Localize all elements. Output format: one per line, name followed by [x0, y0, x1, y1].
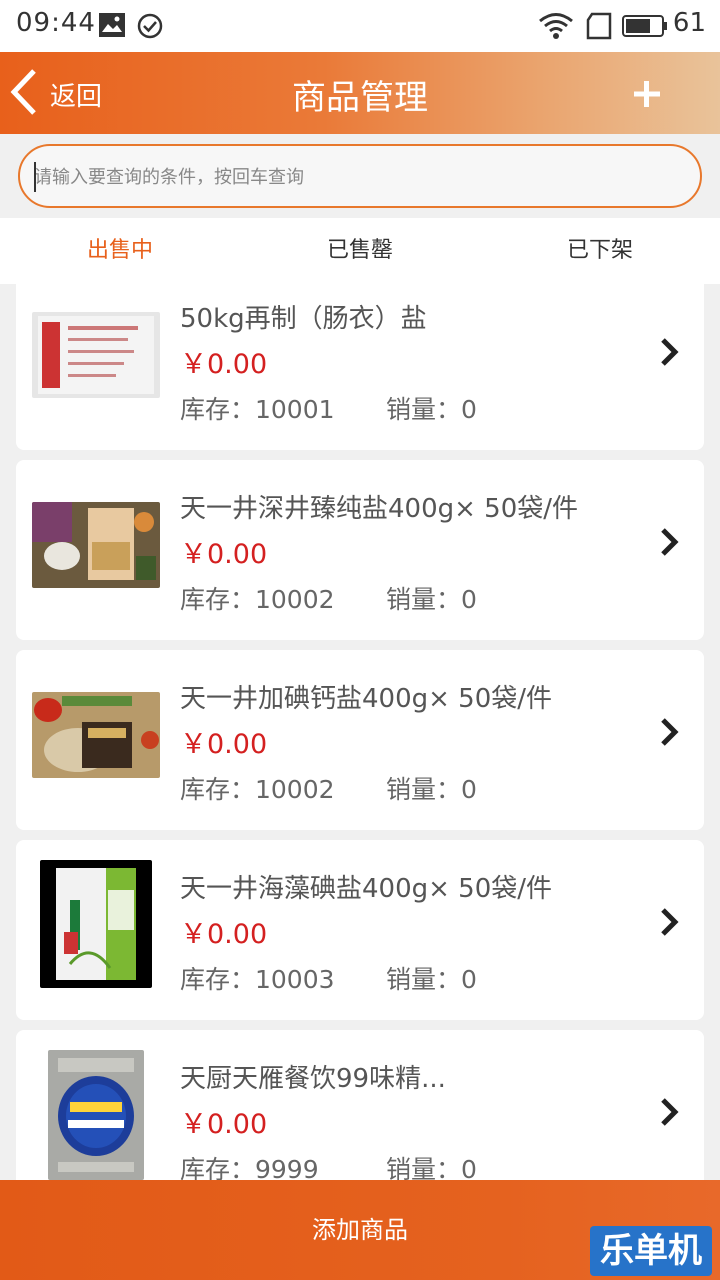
product-sales: 销量：0 [386, 395, 477, 424]
battery-icon [622, 14, 668, 42]
search-input[interactable] [34, 160, 674, 194]
tab-sold-out[interactable]: 已售罄 [240, 218, 480, 284]
salt-bag-image [32, 312, 160, 398]
product-price: ￥0.00 [180, 1109, 268, 1140]
salt-package-vegetables-image [32, 692, 160, 778]
search-box[interactable] [18, 144, 702, 208]
gallery-icon [98, 12, 126, 42]
product-stock: 库存：10002 [180, 585, 335, 614]
site-watermark: 乐单机 [590, 1226, 712, 1276]
product-sales: 销量：0 [386, 585, 477, 614]
tab-off-shelf[interactable]: 已下架 [480, 218, 720, 284]
product-sales: 销量：0 [386, 775, 477, 804]
product-card[interactable]: 天厨天雁餐饮99味精... ￥0.00 库存：9999 销量：0 [16, 1030, 704, 1180]
product-price: ￥0.00 [180, 729, 268, 760]
product-name: 天厨天雁餐饮99味精... [180, 1064, 446, 1094]
status-bar: 09:44 61 [0, 0, 720, 52]
chevron-right-icon[interactable] [658, 526, 682, 558]
product-stock: 库存：10002 [180, 775, 335, 804]
sim-icon [586, 12, 612, 44]
product-stock: 库存：9999 [180, 1155, 319, 1180]
battery-level: 61 [672, 8, 706, 38]
product-name: 50kg再制（肠衣）盐 [180, 304, 427, 334]
tab-on-sale[interactable]: 出售中 [0, 218, 240, 284]
product-card[interactable]: 50kg再制（肠衣）盐 ￥0.00 库存：10001 销量：0 [16, 284, 704, 450]
product-price: ￥0.00 [180, 919, 268, 950]
salt-package-food-image [32, 502, 160, 588]
chevron-right-icon[interactable] [658, 1096, 682, 1128]
product-name: 天一井海藻碘盐400g× 50袋/件 [180, 874, 553, 904]
product-price: ￥0.00 [180, 539, 268, 570]
product-stock: 库存：10001 [180, 395, 335, 424]
chevron-right-icon[interactable] [658, 906, 682, 938]
product-sales: 销量：0 [386, 965, 477, 994]
product-sales: 销量：0 [386, 1155, 477, 1180]
tab-bar: 出售中 已售罄 已下架 [0, 218, 720, 284]
chevron-right-icon[interactable] [658, 336, 682, 368]
product-name: 天一井深井臻纯盐400g× 50袋/件 [180, 494, 579, 524]
app-header: 返回 商品管理 [0, 52, 720, 134]
page-title: 商品管理 [292, 78, 428, 118]
seaweed-salt-bag-image [40, 860, 152, 988]
product-stock: 库存：10003 [180, 965, 335, 994]
add-button[interactable] [624, 70, 670, 116]
product-card[interactable]: 天一井海藻碘盐400g× 50袋/件 ￥0.00 库存：10003 销量：0 [16, 840, 704, 1020]
search-bar [0, 134, 720, 218]
plus-icon [624, 81, 670, 120]
check-circle-icon [136, 12, 164, 44]
product-price: ￥0.00 [180, 349, 268, 380]
product-list: 50kg再制（肠衣）盐 ￥0.00 库存：10001 销量：0 天一井深井臻纯盐… [0, 284, 720, 1180]
text-cursor [34, 162, 36, 192]
wifi-icon [538, 12, 574, 44]
msg-bag-image [48, 1050, 144, 1180]
product-card[interactable]: 天一井深井臻纯盐400g× 50袋/件 ￥0.00 库存：10002 销量：0 [16, 460, 704, 640]
status-time: 09:44 [16, 8, 96, 38]
product-name: 天一井加碘钙盐400g× 50袋/件 [180, 684, 553, 714]
product-card[interactable]: 天一井加碘钙盐400g× 50袋/件 ￥0.00 库存：10002 销量：0 [16, 650, 704, 830]
chevron-right-icon[interactable] [658, 716, 682, 748]
